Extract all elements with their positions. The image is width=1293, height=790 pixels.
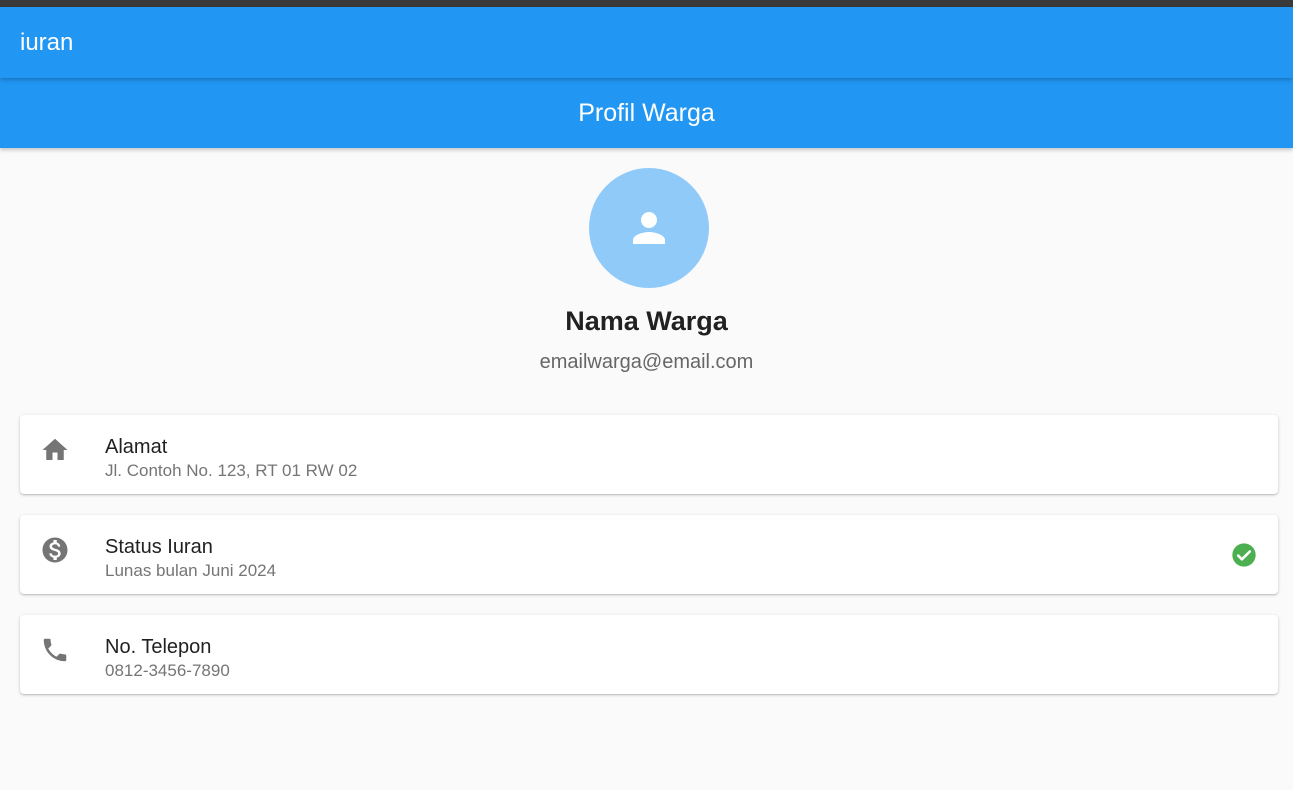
page-header: Profil Warga: [0, 78, 1293, 148]
phone-icon: [40, 635, 70, 665]
profile-email: emailwarga@email.com: [539, 351, 754, 373]
payment-status-value: Lunas bulan Juni 2024: [105, 561, 277, 580]
page-title: Profil Warga: [578, 99, 715, 127]
phone-card[interactable]: No. Telepon 0812-3456-7890: [20, 615, 1278, 694]
phone-title: No. Telepon: [105, 636, 212, 658]
payment-status-title: Status Iuran: [105, 536, 213, 558]
home-icon: [40, 435, 70, 465]
person-icon: [633, 212, 665, 244]
dollar-circle-icon: [40, 535, 70, 565]
check-circle-icon: [1230, 541, 1258, 569]
address-title: Alamat: [105, 436, 168, 458]
window-top-strip: [0, 0, 1293, 7]
avatar: [589, 168, 709, 288]
payment-status-card[interactable]: Status Iuran Lunas bulan Juni 2024: [20, 515, 1278, 594]
phone-value: 0812-3456-7890: [105, 661, 230, 680]
app-bar: iuran: [0, 7, 1293, 78]
address-value: Jl. Contoh No. 123, RT 01 RW 02: [105, 461, 358, 480]
address-card[interactable]: Alamat Jl. Contoh No. 123, RT 01 RW 02: [20, 415, 1278, 494]
profile-name: Nama Warga: [565, 306, 728, 336]
app-title: iuran: [20, 29, 74, 56]
profile-content: Nama Warga emailwarga@email.com Alamat J…: [0, 148, 1293, 790]
